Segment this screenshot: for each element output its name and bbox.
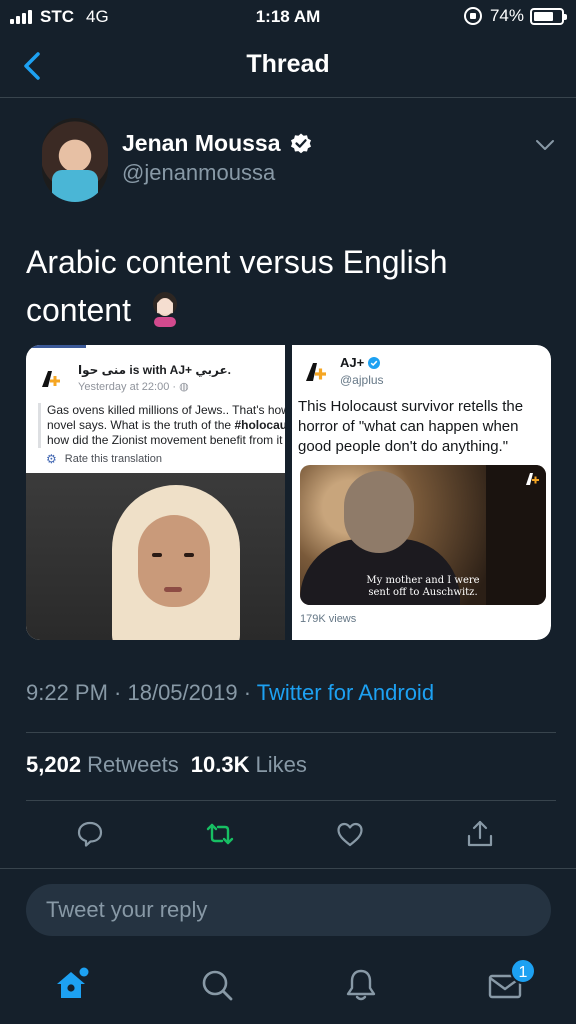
lips xyxy=(164,587,182,592)
battery-icon xyxy=(530,7,567,25)
tweet-text-body: Arabic content versus English content xyxy=(26,244,448,328)
home-icon[interactable] xyxy=(52,966,90,1004)
post-body-line-2a: novel says. What is the truth of the xyxy=(47,418,235,432)
timestamp-text: 9:22 PM · 18/05/2019 · xyxy=(26,680,257,705)
chevron-down-icon[interactable] xyxy=(534,136,556,154)
caption-line-1: My mother and I were xyxy=(366,575,480,586)
author-handle[interactable]: @jenanmoussa xyxy=(122,160,275,186)
retweets-count[interactable]: 5,202 xyxy=(26,752,81,778)
divider xyxy=(26,800,556,801)
likes-label[interactable]: Likes xyxy=(256,752,307,778)
post-body: Gas ovens killed millions of Jews.. That… xyxy=(38,403,285,448)
separator xyxy=(0,868,576,869)
page-title: Thread xyxy=(246,50,330,78)
reply-placeholder: Tweet your reply xyxy=(46,897,208,922)
globe-icon: ◍ xyxy=(179,381,189,393)
gear-icon: ⚙ xyxy=(46,452,57,466)
post-header: منى حوا is with AJ+ عربي. xyxy=(78,363,231,377)
avatar[interactable] xyxy=(42,118,108,202)
tweet-media[interactable]: منى حوا is with AJ+ عربي. Yesterday at 2… xyxy=(26,345,551,640)
messages-badge: 1 xyxy=(510,958,536,984)
reply-icon[interactable] xyxy=(74,818,106,850)
hashtag: #holocau xyxy=(234,418,285,432)
facepalm-emoji-icon xyxy=(152,292,177,327)
verified-badge-icon xyxy=(290,133,311,153)
like-heart-icon[interactable] xyxy=(334,818,366,850)
orientation-lock-icon xyxy=(463,7,482,25)
ajplus-name-text: AJ+ xyxy=(340,355,365,370)
ajplus-logo-icon xyxy=(306,363,326,381)
media-image-right[interactable]: AJ+ @ajplus This Holocaust survivor rete… xyxy=(292,345,551,640)
verified-badge-icon xyxy=(368,356,381,369)
source-link[interactable]: Twitter for Android xyxy=(257,680,434,705)
tab-bar xyxy=(0,950,576,1024)
video-thumbnail: My mother and I were sent off to Auschwi… xyxy=(300,465,546,605)
author-name-row[interactable]: Jenan Moussa xyxy=(122,130,313,157)
media-image-left[interactable]: منى حوا is with AJ+ عربي. Yesterday at 2… xyxy=(26,345,285,640)
post-body-line-2: novel says. What is the truth of the #ho… xyxy=(47,418,285,433)
battery-percent: 74% xyxy=(489,6,524,25)
search-icon[interactable] xyxy=(198,966,236,1004)
woman-photo xyxy=(26,473,285,640)
tweet-text: Arabic content versus English content xyxy=(26,238,546,334)
eye-left xyxy=(152,553,162,557)
post-meta: Yesterday at 22:00 · ◍ xyxy=(78,380,189,393)
status-right: 74% xyxy=(463,6,567,26)
rate-translation: ⚙ Rate this translation xyxy=(46,452,162,466)
tweet-stats: 5,202 Retweets 10.3K Likes xyxy=(26,752,319,778)
likes-count[interactable]: 10.3K xyxy=(191,752,250,778)
ajplus-handle: @ajplus xyxy=(340,373,384,387)
post-body-line-3: how did the Zionist movement benefit fro… xyxy=(47,433,283,447)
post-body-line-1: Gas ovens killed millions of Jews.. That… xyxy=(47,403,285,417)
media-gap xyxy=(285,345,292,640)
ajplus-logo-icon xyxy=(38,367,62,391)
face-shape xyxy=(138,515,210,607)
reply-input[interactable]: Tweet your reply xyxy=(26,884,551,936)
video-caption: My mother and I were sent off to Auschwi… xyxy=(300,575,546,599)
rate-label: Rate this translation xyxy=(64,453,162,465)
tweet-timestamp: 9:22 PM · 18/05/2019 · Twitter for Andro… xyxy=(26,680,434,706)
bell-icon[interactable] xyxy=(342,966,380,1004)
author-name[interactable]: Jenan Moussa xyxy=(122,130,281,157)
ajplus-tweet-text: This Holocaust survivor retells the horr… xyxy=(298,398,524,455)
ajplus-name: AJ+ xyxy=(340,355,381,370)
retweet-icon[interactable] xyxy=(204,818,236,850)
divider xyxy=(26,732,556,733)
nav-bar: Thread xyxy=(0,36,576,98)
video-views: 179K views xyxy=(300,613,357,625)
tweet-actions xyxy=(0,812,576,856)
eye-right xyxy=(184,553,194,557)
ajplus-watermark-icon xyxy=(526,473,539,485)
card-topline xyxy=(26,345,86,348)
caption-line-2: sent off to Auschwitz. xyxy=(368,587,478,598)
retweets-label[interactable]: Retweets xyxy=(87,752,179,778)
status-bar: STC 4G 1:18 AM 74% xyxy=(0,0,576,36)
share-icon[interactable] xyxy=(464,818,496,850)
woman-face-shape xyxy=(344,471,414,553)
post-meta-text: Yesterday at 22:00 · xyxy=(78,381,180,393)
